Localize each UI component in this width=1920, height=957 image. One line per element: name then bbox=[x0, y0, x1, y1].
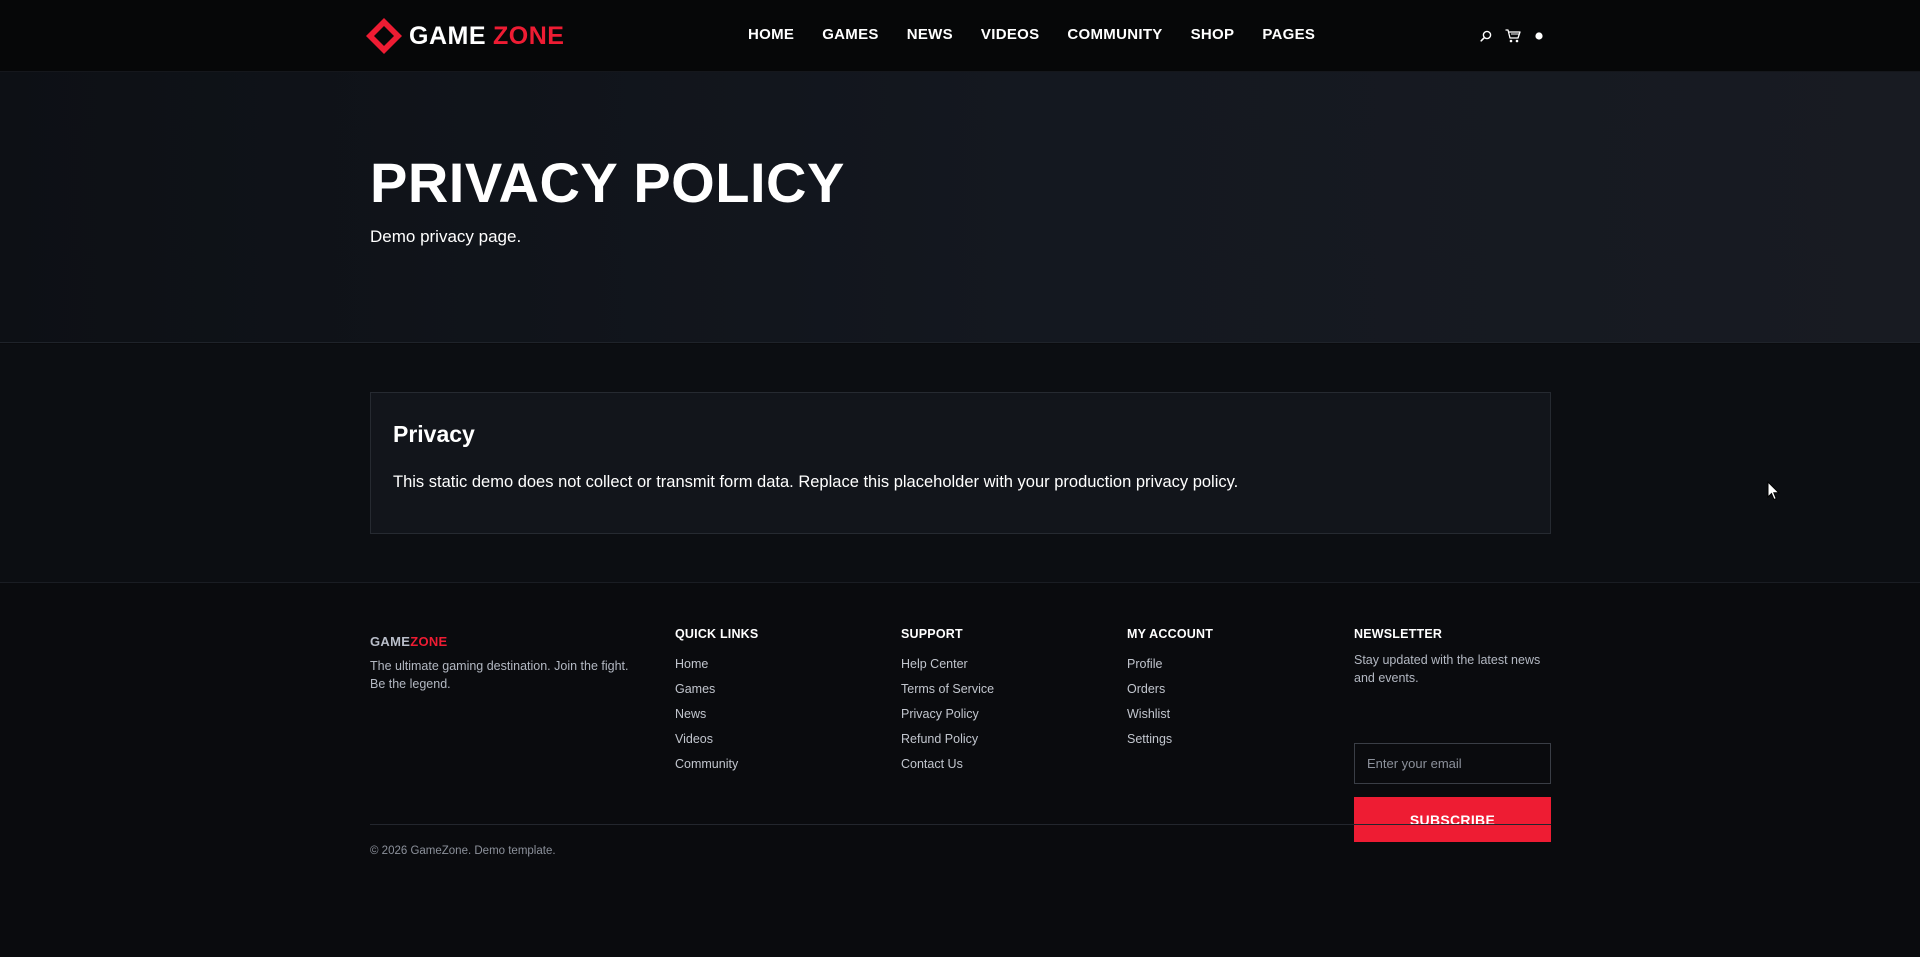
subscribe-button[interactable]: SUBSCRIBE bbox=[1354, 797, 1551, 842]
nav-news[interactable]: NEWS bbox=[907, 25, 953, 45]
diamond-logo-icon bbox=[365, 17, 403, 55]
privacy-card: Privacy This static demo does not collec… bbox=[370, 392, 1551, 534]
page-title: PRIVACY POLICY bbox=[370, 151, 845, 214]
footer-link-orders[interactable]: Orders bbox=[1127, 677, 1213, 702]
support-heading: SUPPORT bbox=[901, 627, 963, 641]
footer-support: SUPPORT Help Center Terms of Service Pri… bbox=[901, 627, 994, 777]
newsletter-heading: NEWSLETTER bbox=[1354, 627, 1443, 641]
nav-pages[interactable]: PAGES bbox=[1262, 25, 1315, 45]
footer-link-refund[interactable]: Refund Policy bbox=[901, 727, 994, 752]
site-footer: GAMEZONE The ultimate gaming destination… bbox=[0, 584, 1920, 957]
quick-links-heading: QUICK LINKS bbox=[675, 627, 759, 641]
footer-link-wishlist[interactable]: Wishlist bbox=[1127, 702, 1213, 727]
logo-word-zone: ZONE bbox=[493, 21, 565, 50]
footer-link-help-center[interactable]: Help Center bbox=[901, 652, 994, 677]
footer-link-videos[interactable]: Videos bbox=[675, 727, 758, 752]
footer-account: MY ACCOUNT Profile Orders Wishlist Setti… bbox=[1127, 627, 1213, 752]
main-content: Privacy This static demo does not collec… bbox=[0, 344, 1920, 583]
card-title: Privacy bbox=[393, 421, 475, 447]
footer-brand[interactable]: GAMEZONE bbox=[370, 634, 448, 649]
footer-link-profile[interactable]: Profile bbox=[1127, 652, 1213, 677]
footer-link-news[interactable]: News bbox=[675, 702, 758, 727]
footer-newsletter: NEWSLETTER Stay updated with the latest … bbox=[1354, 627, 1551, 842]
logo-word-game: GAME bbox=[409, 21, 486, 50]
cart-icon[interactable] bbox=[1504, 27, 1522, 45]
nav-community[interactable]: COMMUNITY bbox=[1067, 25, 1162, 45]
mouse-cursor-icon bbox=[1767, 480, 1781, 501]
header-actions bbox=[1478, 24, 1544, 48]
nav-videos[interactable]: VIDEOS bbox=[981, 25, 1039, 45]
newsletter-email-input[interactable] bbox=[1354, 743, 1551, 784]
page-subtitle: Demo privacy page. bbox=[370, 227, 522, 246]
main-nav: HOME GAMES NEWS VIDEOS COMMUNITY SHOP PA… bbox=[748, 25, 1343, 45]
logo-text: GAME ZONE bbox=[409, 21, 565, 50]
account-heading: MY ACCOUNT bbox=[1127, 627, 1214, 641]
nav-home[interactable]: HOME bbox=[748, 25, 794, 45]
footer-divider bbox=[370, 824, 1551, 825]
footer-brand-game: GAME bbox=[370, 634, 411, 649]
newsletter-description: Stay updated with the latest news and ev… bbox=[1354, 653, 1541, 685]
footer-link-community[interactable]: Community bbox=[675, 752, 758, 777]
card-text: This static demo does not collect or tra… bbox=[393, 473, 1239, 491]
copyright-text: © 2026 GameZone. Demo template. bbox=[370, 845, 556, 857]
search-icon[interactable] bbox=[1478, 28, 1494, 44]
site-logo[interactable]: GAME ZONE bbox=[365, 17, 564, 55]
footer-link-contact[interactable]: Contact Us bbox=[901, 752, 994, 777]
user-icon[interactable] bbox=[1534, 31, 1544, 41]
footer-quick-links: QUICK LINKS Home Games News Videos Commu… bbox=[675, 627, 758, 777]
footer-link-settings[interactable]: Settings bbox=[1127, 727, 1213, 752]
footer-link-privacy[interactable]: Privacy Policy bbox=[901, 702, 994, 727]
footer-description: The ultimate gaming destination. Join th… bbox=[370, 659, 629, 691]
footer-brand-zone: ZONE bbox=[410, 634, 448, 649]
footer-link-terms[interactable]: Terms of Service bbox=[901, 677, 994, 702]
nav-games[interactable]: GAMES bbox=[822, 25, 879, 45]
footer-link-home[interactable]: Home bbox=[675, 652, 758, 677]
footer-link-games[interactable]: Games bbox=[675, 677, 758, 702]
page-hero: PRIVACY POLICY Demo privacy page. bbox=[0, 72, 1920, 343]
site-header: GAME ZONE HOME GAMES NEWS VIDEOS COMMUNIT… bbox=[0, 0, 1920, 72]
nav-shop[interactable]: SHOP bbox=[1191, 25, 1235, 45]
